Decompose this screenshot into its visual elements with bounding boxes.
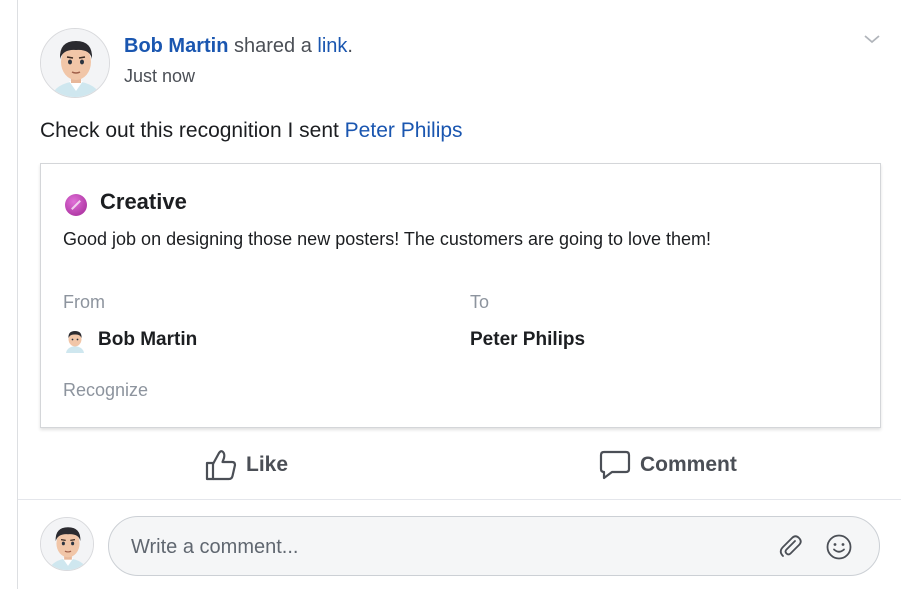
recognition-message: Good job on designing those new posters!… (63, 229, 712, 249)
comment-icon (599, 450, 631, 480)
from-label: From (63, 292, 105, 312)
recognition-card: Creative Good job on designing those new… (40, 163, 881, 428)
comment-composer[interactable] (108, 516, 880, 576)
mention-link[interactable]: Peter Philips (345, 119, 463, 142)
post-timestamp[interactable]: Just now (124, 66, 195, 87)
shared-link[interactable]: link (317, 35, 347, 57)
like-icon (205, 450, 237, 481)
actions-divider (18, 499, 901, 500)
recognize-link[interactable]: Recognize (63, 380, 148, 401)
current-user-avatar (40, 517, 94, 571)
paperclip-icon[interactable] (778, 534, 804, 560)
author-name-link[interactable]: Bob Martin (124, 35, 228, 57)
like-button[interactable]: Like (204, 447, 288, 483)
chevron-down-icon[interactable] (860, 30, 884, 48)
creative-badge-icon (65, 194, 87, 216)
recognition-title: Creative (100, 189, 187, 214)
feed-post: Bob Martin shared a link. Just now Check… (18, 0, 901, 589)
comment-button[interactable]: Comment (598, 447, 737, 483)
sender-name: Bob Martin (98, 329, 198, 350)
shared-text: shared a (228, 35, 318, 57)
comment-label: Comment (640, 453, 737, 476)
post-header-line: Bob Martin shared a link. (124, 33, 353, 59)
smiley-icon[interactable] (825, 533, 853, 561)
like-label: Like (246, 453, 289, 476)
recipient-name: Peter Philips (470, 329, 586, 350)
period-text: . (347, 35, 353, 57)
comment-input[interactable] (131, 533, 731, 561)
post-message: Check out this recognition I sent Peter … (40, 117, 463, 145)
author-avatar[interactable] (40, 28, 110, 98)
to-label: To (470, 292, 490, 312)
message-text: Check out this recognition I sent (40, 119, 345, 142)
sender-avatar-icon (66, 331, 84, 353)
